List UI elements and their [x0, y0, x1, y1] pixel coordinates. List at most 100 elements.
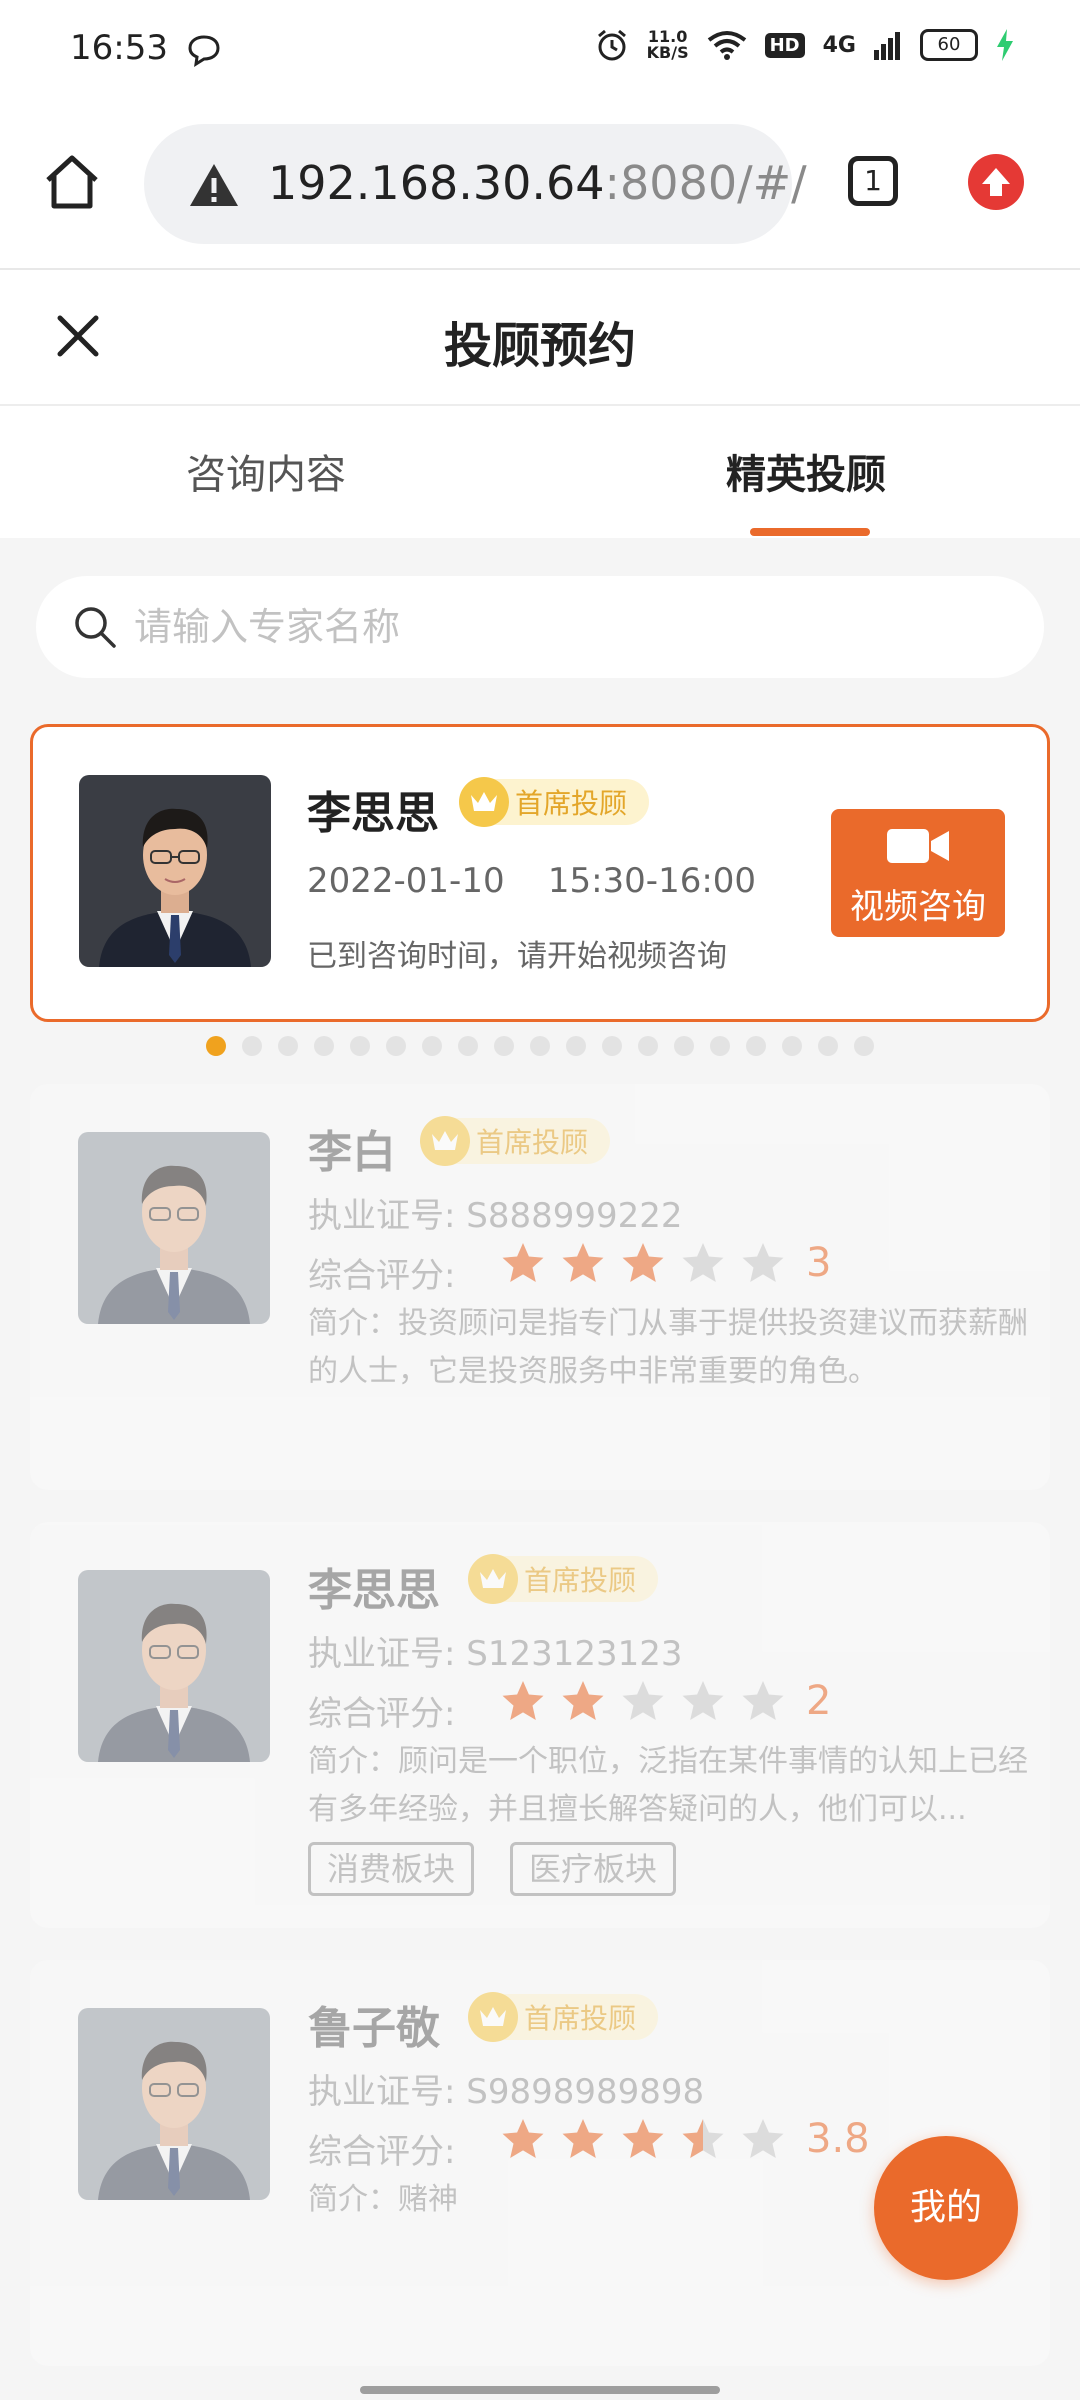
- rating-label: 综合评分:: [308, 1694, 456, 1734]
- page-header: 投顾预约: [0, 270, 1080, 406]
- pager-dot[interactable]: [314, 1036, 334, 1056]
- pager-dot[interactable]: [674, 1036, 694, 1056]
- warning-icon[interactable]: [188, 162, 240, 208]
- tab-elite-advisors[interactable]: 精英投顾: [726, 442, 886, 500]
- rating-stars: 2: [500, 1678, 831, 1724]
- avatar: [78, 1570, 270, 1762]
- advisor-name: 李白: [308, 1127, 396, 1178]
- pager-dot[interactable]: [602, 1036, 622, 1056]
- rating-score: 3: [806, 1240, 832, 1286]
- chief-advisor-badge: 首席投顾: [420, 1116, 611, 1166]
- search-bar: [36, 576, 1044, 678]
- signal-icon: [874, 32, 900, 60]
- pager-dot[interactable]: [386, 1036, 406, 1056]
- crown-icon: [420, 1116, 470, 1166]
- tag-consumer-sector[interactable]: 消费板块: [308, 1842, 475, 1896]
- advisor-intro: 简介：顾问是一个职位，泛指在某件事情的认知上已经有多年经验，并且擅长解答疑问的人…: [308, 1744, 1028, 1827]
- license-row: 执业证号: S888999222: [308, 1188, 683, 1237]
- advisor-name: 鲁子敬: [308, 2003, 440, 2054]
- license-number: S888999222: [466, 1196, 683, 1236]
- home-indicator[interactable]: [360, 2386, 720, 2394]
- badge-label: 首席投顾: [515, 787, 628, 820]
- star-icon: [742, 1681, 784, 1720]
- net-speed-unit: KB/S: [646, 43, 689, 62]
- pager-dot[interactable]: [818, 1036, 838, 1056]
- pager-dot[interactable]: [242, 1036, 262, 1056]
- clock: 16:53: [70, 28, 168, 68]
- search-input[interactable]: [132, 594, 996, 660]
- star-icon: [682, 1681, 724, 1720]
- pager-dot[interactable]: [422, 1036, 442, 1056]
- appointment-note: 已到咨询时间，请开始视频咨询: [307, 939, 727, 974]
- page-title: 投顾预约: [443, 318, 636, 374]
- tag-medical-sector[interactable]: 医疗板块: [510, 1842, 677, 1896]
- pager-dot[interactable]: [566, 1036, 586, 1056]
- star-icon: [562, 1243, 604, 1282]
- home-icon[interactable]: [40, 150, 104, 214]
- update-button[interactable]: [968, 154, 1024, 210]
- star-icon: [622, 1243, 664, 1282]
- badge-label: 首席投顾: [524, 2002, 637, 2035]
- chief-advisor-badge: 首席投顾: [468, 1992, 659, 2042]
- star-icon: [502, 1681, 544, 1720]
- pager-dot[interactable]: [782, 1036, 802, 1056]
- charging-icon: [997, 29, 1013, 61]
- url-text[interactable]: 192.168.30.64:8080/#/: [268, 156, 807, 210]
- tab-switcher-button[interactable]: 1: [848, 156, 898, 206]
- rating-score: 2: [806, 1678, 832, 1724]
- chief-advisor-badge: 首席投顾: [468, 1554, 659, 1604]
- avatar: [78, 2008, 270, 2200]
- license-label: 执业证号:: [308, 1634, 456, 1674]
- pager-dot[interactable]: [494, 1036, 514, 1056]
- star-icon: [502, 2119, 544, 2158]
- battery-icon: 60: [920, 29, 978, 61]
- arrow-up-icon: [982, 168, 1010, 196]
- rating-stars: 3: [500, 1240, 831, 1286]
- upcoming-appointment-card[interactable]: 李思思 首席投顾 2022-01-10 15:30-16:00 已到咨询时间，请…: [30, 724, 1050, 1022]
- video-camera-icon: [887, 829, 949, 863]
- pager-dot[interactable]: [530, 1036, 550, 1056]
- star-icon: [562, 2119, 604, 2158]
- pager-dot[interactable]: [206, 1036, 226, 1056]
- advisor-photo: [79, 775, 271, 967]
- star-icon: [742, 1243, 784, 1282]
- star-icon: [742, 2119, 784, 2158]
- pager-dot[interactable]: [710, 1036, 730, 1056]
- pager-dot[interactable]: [278, 1036, 298, 1056]
- chief-advisor-badge: 首席投顾: [459, 777, 650, 827]
- url-host: 192.168.30.64: [268, 156, 605, 210]
- address-bar[interactable]: 192.168.30.64:8080/#/: [144, 124, 807, 244]
- star-icon: [682, 2119, 724, 2158]
- tag-list: 消费板块 医疗板块: [308, 1842, 677, 1896]
- badge-label: 首席投顾: [524, 1564, 637, 1597]
- rating-stars: 3.8: [500, 2116, 870, 2162]
- network-type: 4G: [822, 32, 856, 58]
- chat-bubble-icon: [188, 35, 220, 67]
- advisor-card[interactable]: 李白 首席投顾 执业证号: S888999222 综合评分: 3 简介：投资顾问…: [30, 1084, 1050, 1490]
- badge-label: 首席投顾: [476, 1126, 589, 1159]
- pager-dot[interactable]: [638, 1036, 658, 1056]
- license-row: 执业证号: S123123123: [308, 1626, 683, 1675]
- star-icon: [682, 1243, 724, 1282]
- carousel-pager: [206, 1036, 874, 1056]
- pager-dot[interactable]: [746, 1036, 766, 1056]
- crown-icon: [468, 1992, 518, 2042]
- my-button[interactable]: 我的: [874, 2136, 1018, 2280]
- advisor-card[interactable]: 李思思 首席投顾 执业证号: S123123123 综合评分: 2 简介：顾问是…: [30, 1522, 1050, 1928]
- license-number: S9898989898: [466, 2072, 705, 2112]
- star-icon: [562, 1681, 604, 1720]
- video-consult-label: 视频咨询: [850, 887, 986, 927]
- appointment-date: 2022-01-10: [307, 861, 505, 901]
- license-label: 执业证号:: [308, 2072, 456, 2112]
- pager-dot[interactable]: [350, 1036, 370, 1056]
- status-icons: 11.0 KB/S HD 4G 60: [595, 28, 1014, 62]
- alarm-icon: [597, 29, 626, 61]
- pager-dot[interactable]: [854, 1036, 874, 1056]
- tab-bar: 咨询内容 精英投顾: [0, 406, 1080, 538]
- avatar: [79, 775, 271, 967]
- video-consult-button[interactable]: 视频咨询: [831, 809, 1005, 937]
- tab-consult-content[interactable]: 咨询内容: [186, 442, 346, 500]
- rating-score: 3.8: [806, 2116, 870, 2162]
- url-path: :8080/#/: [604, 156, 807, 210]
- pager-dot[interactable]: [458, 1036, 478, 1056]
